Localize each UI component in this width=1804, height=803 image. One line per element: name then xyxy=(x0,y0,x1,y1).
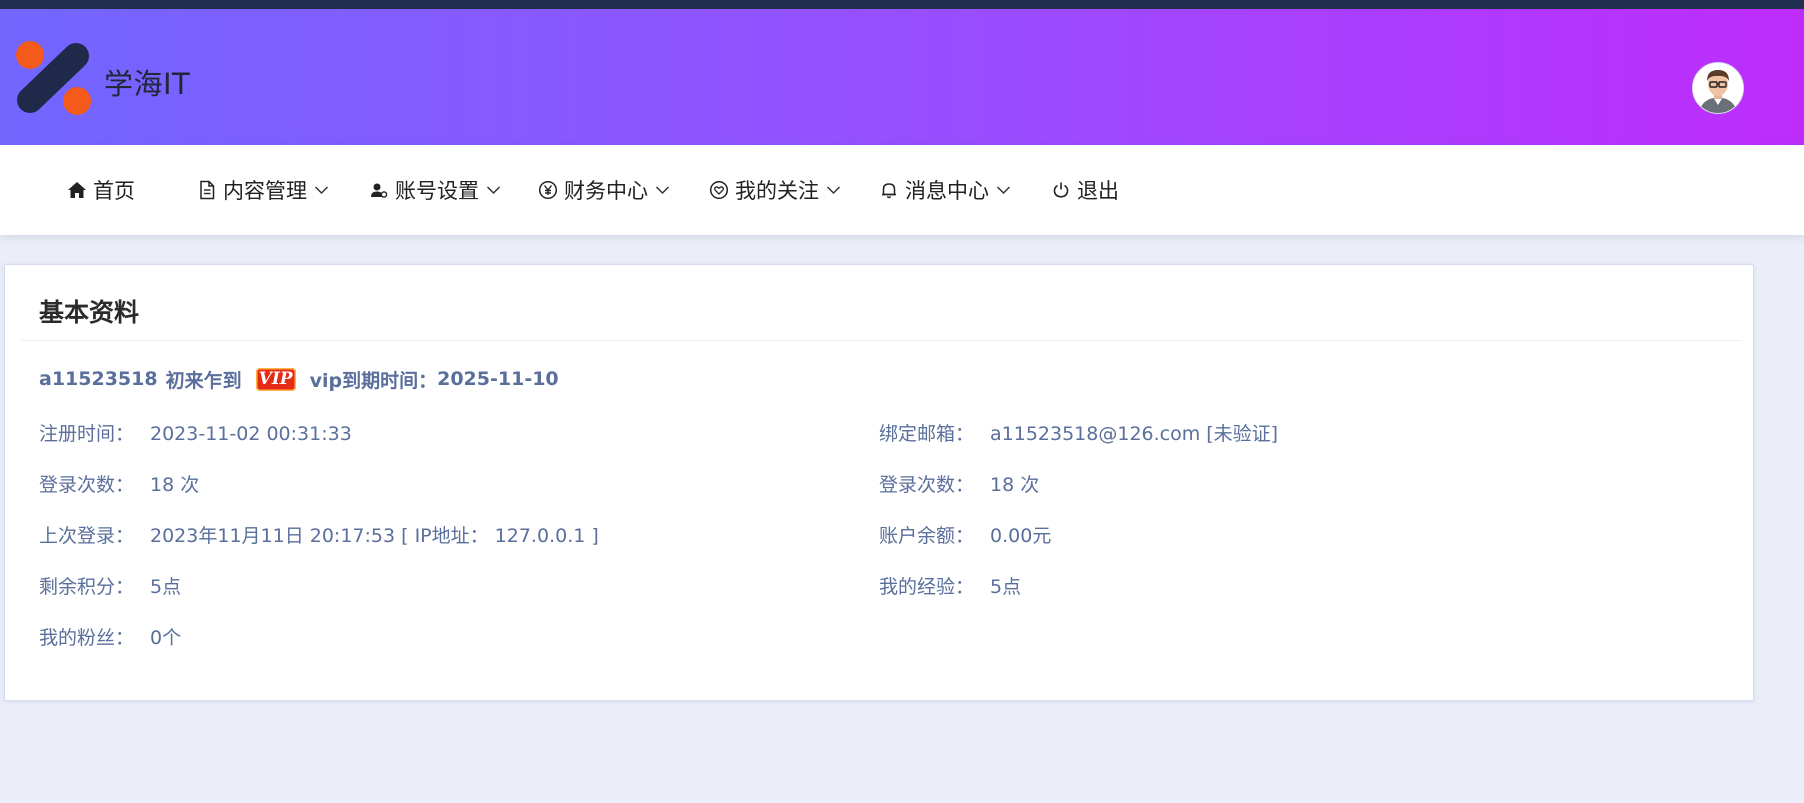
username: a11523518 xyxy=(39,368,158,390)
info-label: 账户余额： xyxy=(879,525,975,547)
home-icon xyxy=(66,179,88,201)
card-title: 基本资料 xyxy=(39,298,140,327)
nav-content-management[interactable]: 内容管理 xyxy=(196,175,329,205)
power-icon xyxy=(1050,179,1072,201)
chevron-down-icon xyxy=(655,185,670,195)
info-value: 0个 xyxy=(150,627,182,649)
nav-logout[interactable]: 退出 xyxy=(1050,175,1119,205)
nav-label: 账号设置 xyxy=(395,179,479,203)
info-value: 5点 xyxy=(150,576,182,598)
nav-label: 内容管理 xyxy=(223,179,307,203)
info-label: 剩余积分： xyxy=(39,576,135,598)
info-experience: 我的经验： 5点 xyxy=(879,574,1021,600)
document-icon xyxy=(196,179,218,201)
info-register-time: 注册时间： 2023-11-02 00:31:33 xyxy=(39,421,352,447)
info-balance: 账户余额： 0.00元 xyxy=(879,523,1051,549)
nav-label: 首页 xyxy=(93,179,135,203)
vip-badge-icon: VIP xyxy=(255,367,296,391)
nav-label: 退出 xyxy=(1077,179,1119,203)
info-label: 我的粉丝： xyxy=(39,627,135,649)
divider xyxy=(20,340,1742,341)
info-value: 2023年11月11日 20:17:53 [ IP地址： 127.0.0.1 ] xyxy=(150,525,599,547)
heart-icon xyxy=(708,179,730,201)
nav-label: 消息中心 xyxy=(905,179,989,203)
vip-expiry-value: 2025-11-10 xyxy=(437,368,559,390)
nav-home[interactable]: 首页 xyxy=(66,175,135,205)
info-points: 剩余积分： 5点 xyxy=(39,574,181,600)
info-login-count-2: 登录次数： 18 次 xyxy=(879,472,1039,498)
info-value: 18 次 xyxy=(150,474,200,496)
profile-card: 基本资料 a11523518 初来乍到 VIP vip到期时间： 2025-11… xyxy=(4,264,1754,701)
info-login-count: 登录次数： 18 次 xyxy=(39,472,199,498)
info-fans: 我的粉丝： 0个 xyxy=(39,625,181,651)
user-summary: a11523518 初来乍到 VIP vip到期时间： 2025-11-10 xyxy=(39,365,559,393)
info-label: 上次登录： xyxy=(39,525,135,547)
nav-label: 我的关注 xyxy=(735,179,819,203)
header: 学海IT xyxy=(0,9,1804,145)
brand-name[interactable]: 学海IT xyxy=(104,61,190,103)
info-value: 18 次 xyxy=(990,474,1040,496)
chevron-down-icon xyxy=(826,185,841,195)
nav-my-follows[interactable]: 我的关注 xyxy=(708,175,841,205)
info-label: 登录次数： xyxy=(39,474,135,496)
top-strip xyxy=(0,0,1804,9)
nav-message-center[interactable]: 消息中心 xyxy=(878,175,1011,205)
logo-icon[interactable] xyxy=(14,38,94,118)
nav-account-settings[interactable]: 账号设置 xyxy=(368,175,501,205)
user-rank: 初来乍到 xyxy=(165,369,242,392)
bell-icon xyxy=(878,179,900,201)
info-label: 我的经验： xyxy=(879,576,975,598)
chevron-down-icon xyxy=(996,185,1011,195)
chevron-down-icon xyxy=(486,185,501,195)
nav-finance-center[interactable]: 财务中心 xyxy=(537,175,670,205)
info-value: 0.00元 xyxy=(990,525,1052,547)
info-email: 绑定邮箱： a11523518@126.com [未验证] xyxy=(879,421,1278,447)
info-label: 登录次数： xyxy=(879,474,975,496)
nav-label: 财务中心 xyxy=(564,179,648,203)
info-value[interactable]: a11523518@126.com [未验证] xyxy=(990,423,1278,445)
vip-expiry-label: vip到期时间： xyxy=(309,369,438,392)
user-settings-icon xyxy=(368,179,390,201)
user-avatar[interactable] xyxy=(1692,62,1744,114)
chevron-down-icon xyxy=(314,185,329,195)
main-nav: 首页 内容管理 账号设置 财务中心 我的关注 消息中心 退出 xyxy=(0,145,1804,235)
info-value: 2023-11-02 00:31:33 xyxy=(150,423,352,445)
info-label: 注册时间： xyxy=(39,423,135,445)
info-last-login: 上次登录： 2023年11月11日 20:17:53 [ IP地址： 127.0.… xyxy=(39,523,599,549)
info-label: 绑定邮箱： xyxy=(879,423,975,445)
yen-icon xyxy=(537,179,559,201)
info-value: 5点 xyxy=(990,576,1022,598)
